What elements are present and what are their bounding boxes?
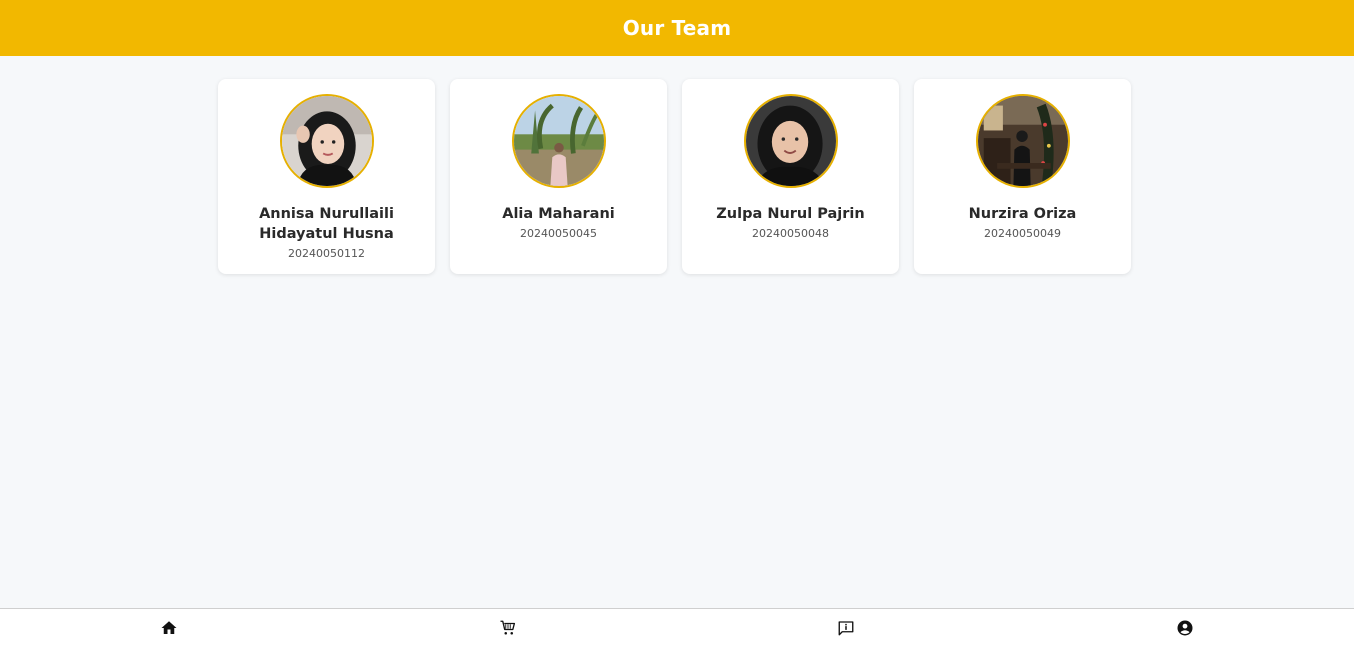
member-name: Alia Maharani [502, 206, 615, 222]
home-icon [161, 620, 177, 634]
avatar [743, 94, 838, 188]
info-message-icon [838, 620, 854, 635]
app-bar: Our Team [0, 0, 1354, 56]
cart-icon [500, 620, 515, 635]
team-card: Zulpa Nurul Pajrin 20240050048 [682, 79, 899, 274]
member-id: 20240050048 [752, 227, 829, 240]
nav-account[interactable] [1016, 609, 1354, 646]
nav-cart[interactable] [339, 609, 678, 646]
avatar-photo [977, 96, 1068, 186]
member-name: Nurzira Oriza [968, 206, 1077, 222]
nav-info[interactable] [677, 609, 1016, 646]
team-card-list: Annisa Nurullaili Hidayatul Husna 202400… [218, 79, 1131, 274]
avatar-photo [281, 96, 372, 186]
avatar [279, 94, 374, 188]
team-card: Alia Maharani 20240050045 [450, 79, 667, 274]
member-id: 20240050049 [984, 227, 1061, 240]
member-name: Annisa Nurullaili Hidayatul Husna [259, 206, 394, 242]
page-title: Our Team [622, 16, 732, 40]
member-name: Zulpa Nurul Pajrin [716, 206, 865, 222]
bottom-nav [0, 608, 1354, 646]
member-id: 20240050045 [520, 227, 597, 240]
member-id: 20240050112 [288, 247, 365, 260]
account-circle-icon [1177, 620, 1193, 635]
team-card: Annisa Nurullaili Hidayatul Husna 202400… [218, 79, 435, 274]
nav-home[interactable] [0, 609, 339, 646]
avatar [511, 94, 606, 188]
team-card: Nurzira Oriza 20240050049 [914, 79, 1131, 274]
avatar-photo [513, 96, 604, 186]
avatar [975, 94, 1070, 188]
avatar-photo [745, 96, 836, 186]
